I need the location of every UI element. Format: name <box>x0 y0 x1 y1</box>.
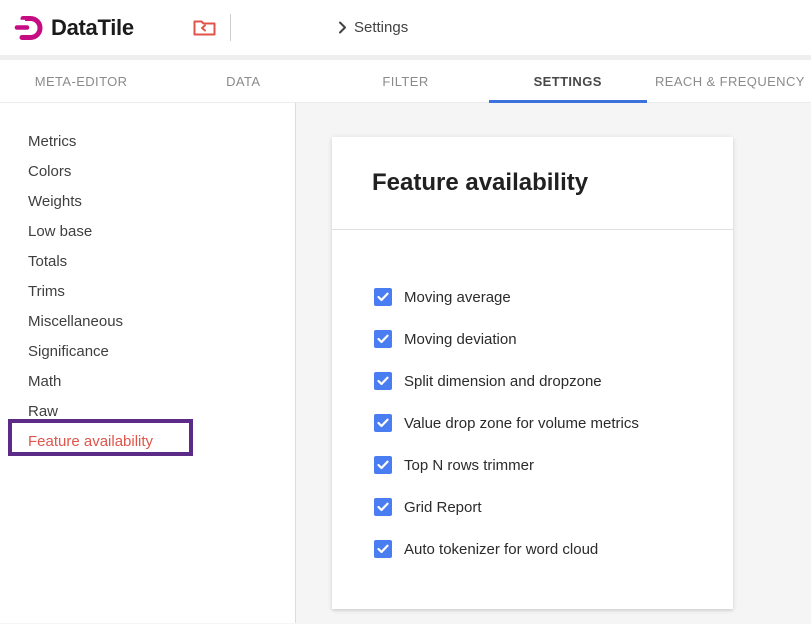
checkbox-checked-icon[interactable] <box>374 540 392 558</box>
checkbox-checked-icon[interactable] <box>374 288 392 306</box>
sidebar-item-math[interactable]: Math <box>0 366 295 396</box>
sidebar-item-trims[interactable]: Trims <box>0 276 295 306</box>
feature-label: Grid Report <box>404 499 482 516</box>
sidebar-item-raw[interactable]: Raw <box>0 396 295 426</box>
checkbox-checked-icon[interactable] <box>374 456 392 474</box>
feature-label: Moving deviation <box>404 331 517 348</box>
breadcrumb-settings[interactable]: Settings <box>354 19 408 36</box>
sidebar-item-weights[interactable]: Weights <box>0 186 295 216</box>
feature-availability-card: Feature availability Moving average Movi… <box>332 137 733 609</box>
topbar-divider <box>230 14 231 41</box>
open-project-button[interactable] <box>192 15 218 41</box>
tab-filter[interactable]: FILTER <box>324 60 486 102</box>
checkbox-checked-icon[interactable] <box>374 330 392 348</box>
tab-reach-frequency[interactable]: REACH & FREQUENCY <box>649 60 811 102</box>
sidebar-item-totals[interactable]: Totals <box>0 246 295 276</box>
sidebar-item-low-base[interactable]: Low base <box>0 216 295 246</box>
feature-row-grid-report[interactable]: Grid Report <box>332 486 733 528</box>
tab-settings[interactable]: SETTINGS <box>487 60 649 102</box>
feature-row-auto-tokenizer[interactable]: Auto tokenizer for word cloud <box>332 528 733 570</box>
checkbox-checked-icon[interactable] <box>374 414 392 432</box>
tab-meta-editor[interactable]: META-EDITOR <box>0 60 162 102</box>
feature-label: Auto tokenizer for word cloud <box>404 541 598 558</box>
datatile-logo[interactable]: DataTile <box>14 14 134 42</box>
settings-main-panel: Feature availability Moving average Movi… <box>296 103 811 623</box>
feature-row-moving-average[interactable]: Moving average <box>332 276 733 318</box>
feature-row-value-drop-zone[interactable]: Value drop zone for volume metrics <box>332 402 733 444</box>
feature-label: Value drop zone for volume metrics <box>404 415 639 432</box>
checkbox-checked-icon[interactable] <box>374 498 392 516</box>
tab-data[interactable]: DATA <box>162 60 324 102</box>
feature-label: Top N rows trimmer <box>404 457 534 474</box>
card-header: Feature availability <box>332 137 733 230</box>
feature-label: Split dimension and dropzone <box>404 373 602 390</box>
folder-back-icon <box>193 18 216 37</box>
settings-sidebar: Metrics Colors Weights Low base Totals T… <box>0 103 296 623</box>
feature-list: Moving average Moving deviation Split di… <box>332 230 733 570</box>
content-area: Metrics Colors Weights Low base Totals T… <box>0 103 811 623</box>
sidebar-item-significance[interactable]: Significance <box>0 336 295 366</box>
card-title: Feature availability <box>372 169 588 197</box>
chevron-right-icon <box>338 21 347 34</box>
sidebar-item-miscellaneous[interactable]: Miscellaneous <box>0 306 295 336</box>
feature-row-split-dimension[interactable]: Split dimension and dropzone <box>332 360 733 402</box>
sidebar-item-colors[interactable]: Colors <box>0 156 295 186</box>
breadcrumb: Settings <box>338 0 408 55</box>
top-bar: DataTile Settings <box>0 0 811 55</box>
main-tab-bar: META-EDITOR DATA FILTER SETTINGS REACH &… <box>0 60 811 103</box>
datatile-d-icon <box>14 14 46 42</box>
feature-label: Moving average <box>404 289 511 306</box>
brand-name: DataTile <box>51 15 134 41</box>
feature-row-moving-deviation[interactable]: Moving deviation <box>332 318 733 360</box>
sidebar-item-metrics[interactable]: Metrics <box>0 126 295 156</box>
checkbox-checked-icon[interactable] <box>374 372 392 390</box>
sidebar-item-feature-availability[interactable]: Feature availability <box>0 426 295 456</box>
feature-row-top-n-rows[interactable]: Top N rows trimmer <box>332 444 733 486</box>
